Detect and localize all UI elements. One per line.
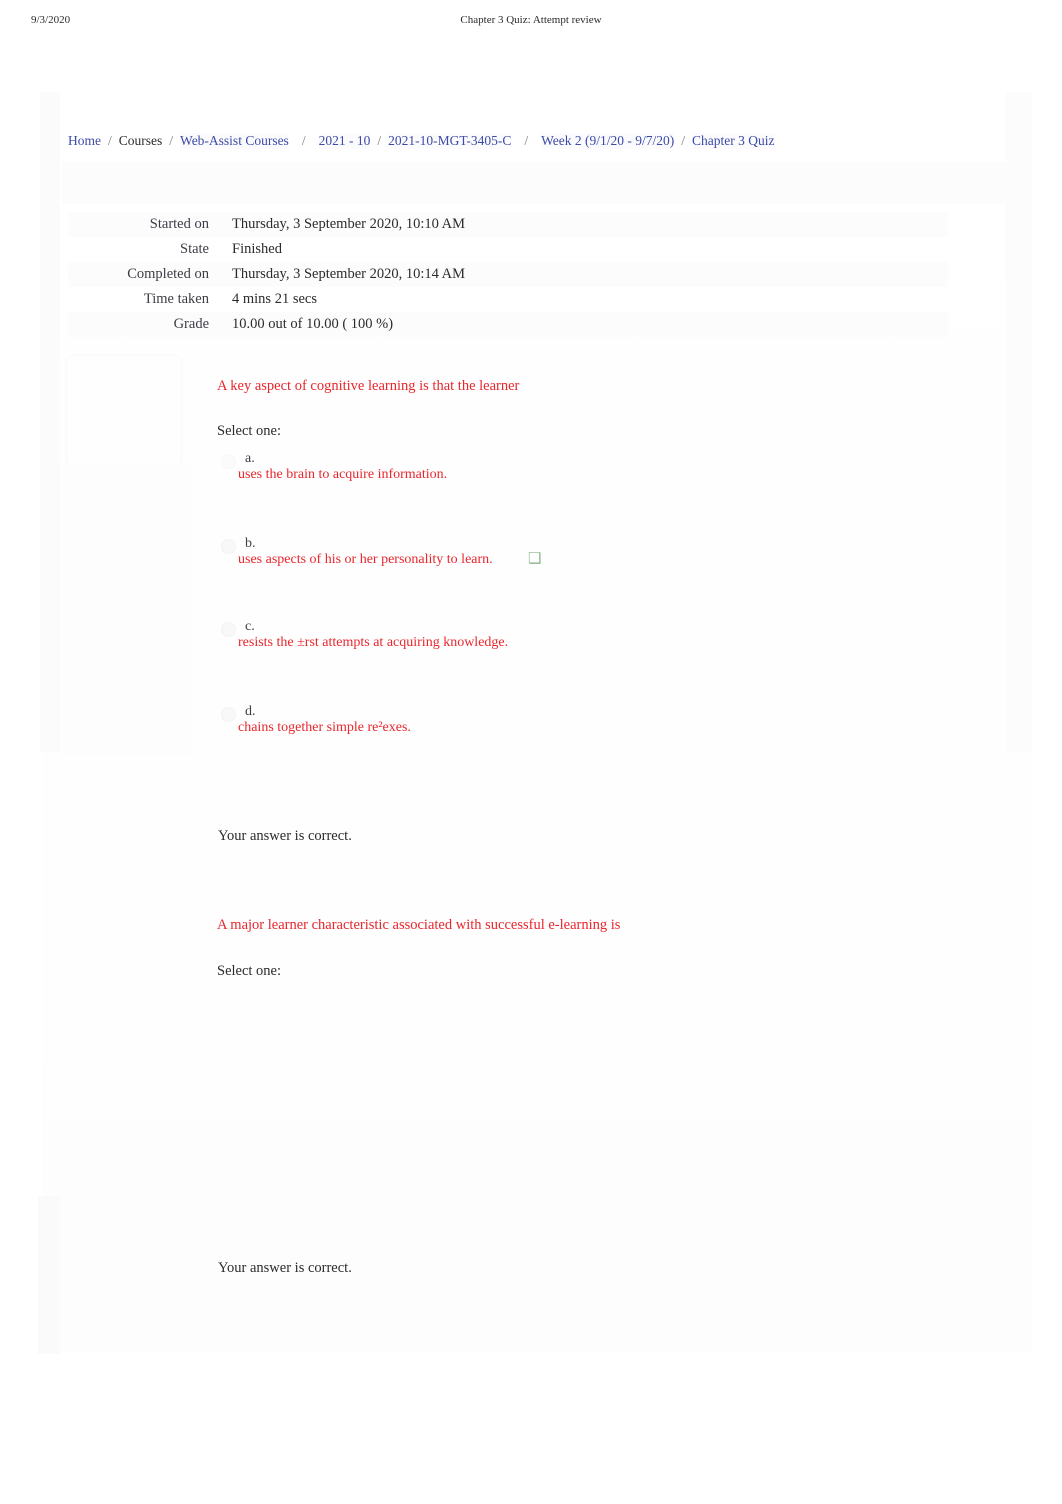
select-one-prompt-2: Select one: — [217, 963, 282, 979]
breadcrumb-item-chapter-3-quiz[interactable]: Chapter 3 Quiz — [692, 133, 775, 149]
breadcrumb-separator: / — [169, 133, 174, 148]
breadcrumb-item-course-code[interactable]: 2021-10-MGT-3405-C — [388, 133, 512, 149]
option-letter: d. — [245, 704, 256, 719]
table-row: State Finished — [68, 237, 948, 262]
print-title: Chapter 3 Quiz: Attempt review — [460, 14, 602, 26]
attempt-value-time-taken: 4 mins 21 secs — [232, 291, 317, 307]
breadcrumb-underband — [62, 162, 1012, 204]
breadcrumb-separator: / — [681, 133, 686, 148]
option-text: resists the ±rst attempts at acquiring k… — [238, 635, 509, 650]
breadcrumb: Home / Courses / Web-Assist Courses / 20… — [68, 133, 775, 155]
breadcrumb-separator: / — [377, 133, 382, 148]
attempt-label-grade: Grade — [68, 312, 231, 337]
radio-button-icon[interactable] — [221, 454, 236, 469]
attempt-label-time-taken: Time taken — [143, 291, 209, 307]
correct-answer-check-icon: ❑ — [528, 549, 542, 567]
breadcrumb-separator: / — [524, 133, 529, 148]
attempt-value-grade: 10.00 out of 10.00 ( 100 %) — [231, 312, 948, 337]
option-letter: a. — [245, 451, 255, 466]
attempt-summary-table: Started on Thursday, 3 September 2020, 1… — [68, 212, 948, 337]
attempt-value-started-on: Thursday, 3 September 2020, 10:10 AM — [231, 212, 948, 237]
question-left-shade-1 — [62, 465, 192, 755]
question-block-2: A major learner characteristic associate… — [0, 912, 1062, 1242]
breadcrumb-separator: / — [108, 133, 112, 148]
question-info-panel-1 — [66, 355, 182, 467]
table-row: Grade 10.00 out of 10.00 ( 100 %) — [68, 312, 948, 337]
attempt-value-completed-on: Thursday, 3 September 2020, 10:14 AM — [231, 262, 948, 287]
option-letter: c. — [245, 619, 255, 634]
attempt-label-completed-on: Completed on — [68, 262, 231, 287]
table-row: Completed on Thursday, 3 September 2020,… — [68, 262, 948, 287]
question-text-2: A major learner characteristic associate… — [217, 917, 621, 933]
option-letter: b. — [245, 536, 256, 551]
answer-feedback-1: Your answer is correct. — [218, 828, 352, 844]
attempt-label-state: State — [180, 241, 209, 257]
table-row: Started on Thursday, 3 September 2020, 1… — [68, 212, 948, 237]
breadcrumb-item-week-2[interactable]: Week 2 (9/1/20 - 9/7/20) — [541, 133, 675, 149]
question-text-1: A key aspect of cognitive learning is th… — [217, 378, 520, 394]
print-header: 9/3/2020 Chapter 3 Quiz: Attempt review — [0, 14, 1062, 34]
attempt-value-state: Finished — [232, 241, 282, 257]
answer-feedback-2: Your answer is correct. — [218, 1260, 352, 1276]
select-one-prompt-1: Select one: — [217, 423, 282, 439]
breadcrumb-item-courses[interactable]: Courses — [119, 133, 163, 149]
radio-button-icon[interactable] — [221, 707, 236, 722]
breadcrumb-item-2021-10[interactable]: 2021 - 10 — [318, 133, 371, 149]
table-row: Time taken 4 mins 21 secs — [68, 287, 948, 312]
option-text: uses the brain to acquire information. — [238, 467, 448, 482]
breadcrumb-separator: / — [301, 133, 306, 148]
breadcrumb-item-home[interactable]: Home — [68, 133, 101, 149]
attempt-label-started-on: Started on — [68, 212, 231, 237]
option-text: chains together simple re²exes. — [238, 720, 411, 735]
breadcrumb-item-web-assist-courses[interactable]: Web-Assist Courses — [180, 133, 289, 149]
radio-button-icon[interactable] — [221, 539, 236, 554]
radio-button-icon[interactable] — [221, 622, 236, 637]
option-text: uses aspects of his or her personality t… — [238, 552, 493, 567]
question-2-faded-options — [228, 1184, 231, 1200]
question-block-1: A key aspect of cognitive learning is th… — [0, 345, 1062, 865]
